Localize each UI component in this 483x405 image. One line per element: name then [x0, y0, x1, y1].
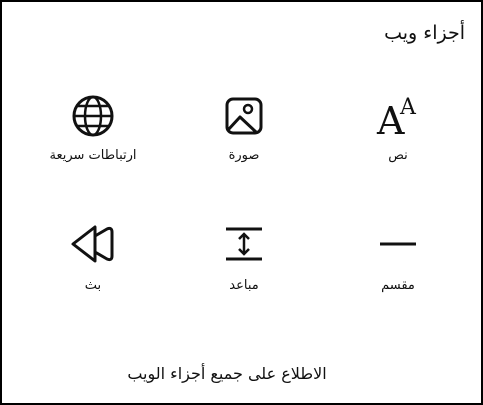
spacer-web-part-label: مباعد	[229, 278, 259, 293]
panel-title: أجزاء ويب	[384, 22, 465, 44]
web-parts-panel: أجزاء ويب A A نص صورة ارتباطات سريعة مقس…	[0, 0, 483, 405]
text-web-part-label: نص	[388, 148, 408, 163]
stream-rewind-icon	[67, 220, 119, 272]
text-aa-icon: A A	[372, 90, 424, 142]
see-all-web-parts-link[interactable]: الاطلاع على جميع أجزاء الويب	[2, 364, 452, 383]
svg-text:A: A	[399, 95, 417, 120]
image-icon	[218, 90, 270, 142]
image-web-part[interactable]: صورة	[189, 90, 299, 163]
divider-line-icon	[372, 220, 424, 272]
quick-links-web-part-label: ارتباطات سريعة	[49, 148, 137, 163]
divider-web-part[interactable]: مقسم	[343, 220, 453, 293]
stream-web-part[interactable]: بث	[38, 220, 148, 293]
stream-web-part-label: بث	[84, 278, 102, 293]
spacer-icon	[218, 220, 270, 272]
divider-web-part-label: مقسم	[381, 278, 415, 293]
image-web-part-label: صورة	[228, 148, 260, 163]
globe-icon	[67, 90, 119, 142]
quick-links-web-part[interactable]: ارتباطات سريعة	[38, 90, 148, 163]
text-web-part[interactable]: A A نص	[343, 90, 453, 163]
spacer-web-part[interactable]: مباعد	[189, 220, 299, 293]
